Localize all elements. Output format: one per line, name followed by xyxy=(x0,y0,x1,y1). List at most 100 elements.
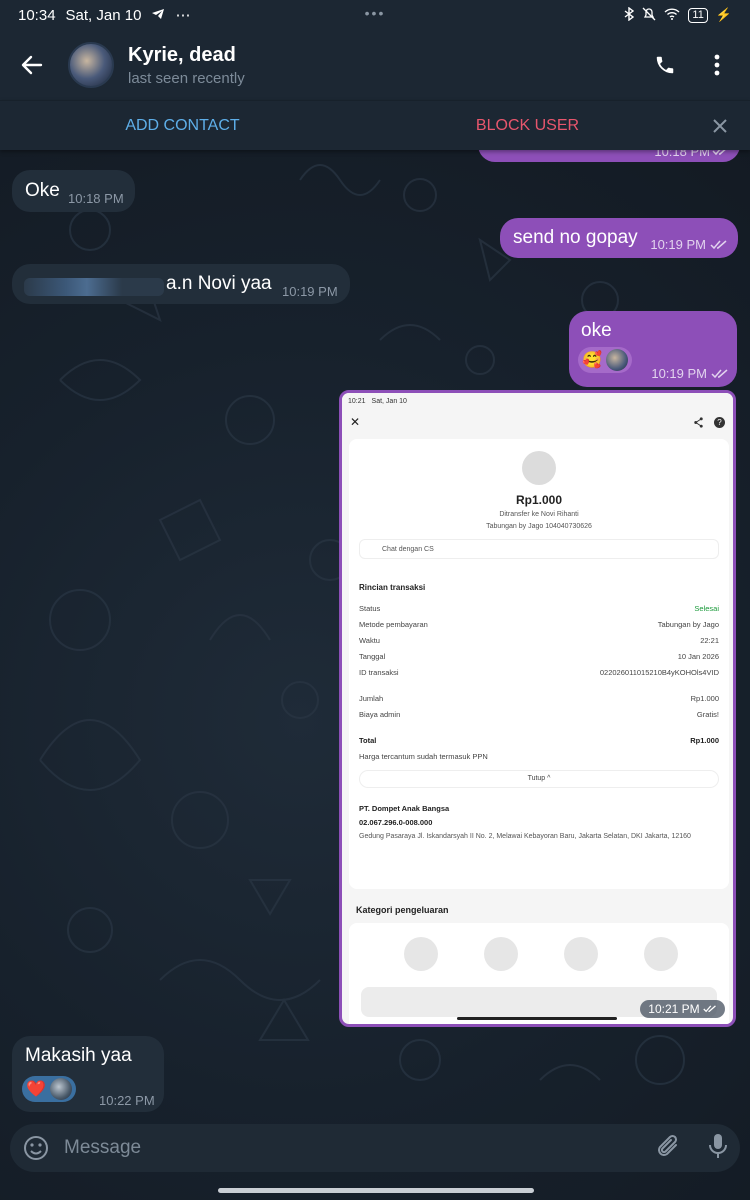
photo-total-value: Rp1.000 xyxy=(690,735,719,745)
photo-row-key: Status xyxy=(359,603,381,613)
photo-row-value: Gratis! xyxy=(696,709,719,719)
photo-recipient: Ditransfer ke Novi Rihanti xyxy=(499,511,579,518)
contact-name: Kyrie, dead xyxy=(128,43,236,66)
home-indicator xyxy=(218,1188,534,1193)
photo-row-value: 022026011015210B4yKOHOls4VID xyxy=(599,667,719,677)
photo-row: Jumlah Rp1.000 xyxy=(349,690,729,706)
read-ticks-icon xyxy=(711,369,728,379)
photo-total-label: Total xyxy=(359,735,377,745)
attach-button[interactable] xyxy=(656,1133,682,1164)
close-action-bar-button[interactable] xyxy=(690,118,750,133)
message-time: 10:19 PM xyxy=(650,237,706,252)
photo-time-text: 10:21 PM xyxy=(648,1002,700,1016)
read-ticks-icon xyxy=(710,240,727,250)
contact-avatar[interactable] xyxy=(68,42,114,88)
status-dots: ••• xyxy=(364,5,386,21)
photo-price-note: Harga tercantum sudah termasuk PPN xyxy=(349,748,729,764)
photo-company: PT. Dompet Anak Bangsa xyxy=(359,804,450,813)
emoji-icon xyxy=(24,1136,48,1160)
photo-row: Biaya admin Gratis! xyxy=(349,706,729,722)
microphone-icon xyxy=(709,1133,727,1158)
photo-row: Waktu 22:21 xyxy=(349,632,729,648)
photo-row-key: Waktu xyxy=(359,635,380,645)
paperclip-icon xyxy=(658,1134,678,1156)
message-time: 10:19 PM xyxy=(651,366,707,381)
contact-title[interactable]: Kyrie, dead last seen recently xyxy=(128,44,245,87)
kebab-menu-icon xyxy=(714,54,720,76)
back-button[interactable] xyxy=(0,30,64,100)
photo-row: ID transaksi 022026011015210B4yKOHOls4VID xyxy=(349,664,729,680)
block-user-button[interactable]: BLOCK USER xyxy=(365,117,690,135)
photo-address: Gedung Pasaraya Jl. Iskandarsyah II No. … xyxy=(359,833,691,840)
photo-row-value: Selesai xyxy=(694,603,719,613)
photo-amount: Rp1.000 xyxy=(515,493,563,507)
message-input[interactable]: Message xyxy=(64,1137,141,1159)
photo-row-key: ID transaksi xyxy=(359,667,399,677)
photo-status-time: 10:21 xyxy=(348,397,366,405)
redacted-text xyxy=(24,278,164,296)
photo-chat-cs-label: Chat dengan CS xyxy=(382,545,434,553)
photo-row-value: 22:21 xyxy=(700,635,719,645)
photo-row-key: Tanggal xyxy=(359,651,386,661)
photo-logo-icon xyxy=(522,451,556,485)
message-text: send no gopay xyxy=(513,227,638,248)
phone-icon xyxy=(656,56,674,74)
photo-total-row: Total Rp1.000 xyxy=(349,732,729,748)
photo-help-icon: ? xyxy=(714,416,725,428)
message-input-bar: Message xyxy=(10,1124,740,1172)
message-text: a.n Novi yaa xyxy=(166,273,272,294)
add-contact-button[interactable]: ADD CONTACT xyxy=(0,117,365,135)
message-time: 10:21 PM xyxy=(640,1000,725,1018)
photo-share-icon xyxy=(694,416,703,428)
photo-row: Metode pembayaran Tabungan by Jago xyxy=(349,616,729,632)
photo-status-date: Sat, Jan 10 xyxy=(371,397,407,405)
message-reaction[interactable]: 🥰 xyxy=(578,347,632,373)
photo-row-key: Jumlah xyxy=(359,693,384,703)
photo-row: Tanggal 10 Jan 2026 xyxy=(349,648,729,664)
voice-record-button[interactable] xyxy=(708,1132,728,1165)
message-bubble-outgoing[interactable]: oke 🥰 10:19 PM xyxy=(569,311,737,387)
photo-row-value: Tabungan by Jago xyxy=(657,619,719,629)
more-options-button[interactable] xyxy=(696,44,738,86)
message-bubble-incoming[interactable]: a.n Novi yaa 10:19 PM xyxy=(12,264,350,304)
message-time: 10:18 PM xyxy=(68,191,124,206)
photo-collapse-button: Tutup ^ xyxy=(359,770,719,788)
photo-row-value: Rp1.000 xyxy=(690,693,719,703)
last-seen-status: last seen recently xyxy=(128,69,245,87)
message-bubble-incoming[interactable]: Oke 10:18 PM xyxy=(12,170,135,212)
photo-home-bar xyxy=(457,1017,617,1020)
photo-row: Status Selesai xyxy=(349,600,729,616)
reactor-avatar xyxy=(605,349,628,371)
photo-npwp: 02.067.296.0-008.000 xyxy=(359,818,433,827)
chat-header: Kyrie, dead last seen recently xyxy=(0,30,750,100)
photo-price-note-text: Harga tercantum sudah termasuk PPN xyxy=(359,751,488,761)
contact-action-bar: ADD CONTACT BLOCK USER xyxy=(0,100,750,150)
photo-toolbar: ✕ ? xyxy=(342,409,733,435)
photo-account: Tabungan by Jago 104040730626 xyxy=(486,523,592,530)
message-bubble-outgoing[interactable]: send no gopay 10:19 PM xyxy=(500,218,738,258)
photo-category-title: Kategori pengeluaran xyxy=(356,905,449,915)
status-bar: 10:34 Sat, Jan 10 ⋯ ••• 11 ⚡ xyxy=(0,0,750,30)
message-photo-screenshot[interactable]: 10:21 Sat, Jan 10 ✕ ? Rp1.000 Ditransfer… xyxy=(339,390,736,1027)
message-time: 10:19 PM xyxy=(282,284,338,299)
message-reaction[interactable]: ❤️ xyxy=(22,1076,76,1102)
read-ticks-icon xyxy=(703,1005,716,1013)
photo-details-rows: Status Selesai Metode pembayaran Tabungan … xyxy=(349,600,729,764)
reaction-emoji: 🥰 xyxy=(582,352,602,369)
message-text: oke xyxy=(581,320,612,341)
call-button[interactable] xyxy=(644,44,686,86)
photo-transaction-card: Rp1.000 Ditransfer ke Novi Rihanti Tabun… xyxy=(349,439,729,889)
photo-close-icon: ✕ xyxy=(350,415,361,429)
photo-row-key: Biaya admin xyxy=(359,709,401,719)
reaction-emoji: ❤️ xyxy=(26,1081,46,1098)
close-icon xyxy=(713,118,727,133)
message-text: Oke xyxy=(25,180,60,201)
back-arrow-icon xyxy=(21,55,43,75)
photo-chat-cs: Chat dengan CS xyxy=(359,539,719,559)
photo-row-value: 10 Jan 2026 xyxy=(677,651,719,661)
photo-row-key: Metode pembayaran xyxy=(359,619,428,629)
photo-collapse-label: Tutup xyxy=(527,775,546,782)
emoji-button[interactable] xyxy=(22,1134,50,1162)
message-time: 10:22 PM xyxy=(99,1093,155,1108)
message-bubble-incoming[interactable]: Makasih yaa ❤️ 10:22 PM xyxy=(12,1036,164,1112)
